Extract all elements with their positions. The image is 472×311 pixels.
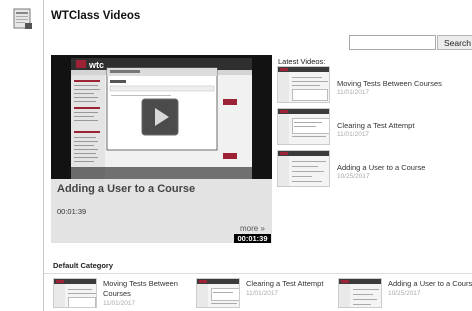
category-heading: Default Category — [53, 261, 114, 270]
category-video-date: 11/01/2017 — [103, 300, 136, 307]
category-video-item[interactable]: Clearing a Test Attempt 11/01/2017 — [196, 276, 338, 311]
latest-video-title[interactable]: Moving Tests Between Courses — [337, 79, 442, 88]
more-link[interactable]: more » — [240, 224, 265, 233]
video-thumbnail[interactable] — [196, 278, 240, 308]
video-preview-image: wtc — [51, 55, 272, 179]
latest-video-title[interactable]: Adding a User to a Course — [337, 163, 425, 172]
category-divider — [44, 273, 472, 274]
category-video-date: 11/01/2017 — [246, 290, 279, 297]
video-thumbnail[interactable] — [277, 66, 330, 103]
search-input[interactable] — [349, 35, 436, 50]
featured-video-title[interactable]: Adding a User to a Course — [57, 183, 195, 195]
preview-logo-text: wtc — [88, 60, 104, 70]
page-title: WTClass Videos — [51, 10, 141, 22]
featured-video-time: 00:01:39 — [57, 207, 87, 216]
latest-video-date: 11/01/2017 — [337, 89, 370, 96]
latest-video-item[interactable]: Adding a User to a Course 10/25/2017 — [277, 150, 472, 190]
latest-video-item[interactable]: Clearing a Test Attempt 11/01/2017 — [277, 108, 472, 148]
latest-video-title[interactable]: Clearing a Test Attempt — [337, 121, 414, 130]
video-thumbnail[interactable] — [338, 278, 382, 308]
category-video-title[interactable]: Adding a User to a Course — [388, 279, 472, 289]
category-video-date: 10/25/2017 — [388, 290, 421, 297]
latest-video-item[interactable]: Moving Tests Between Courses 11/01/2017 — [277, 66, 472, 106]
video-thumbnail[interactable] — [53, 278, 97, 308]
video-player[interactable]: wtc — [51, 55, 272, 179]
category-video-item[interactable]: Moving Tests Between Courses 11/01/2017 — [53, 276, 195, 311]
latest-video-date: 11/01/2017 — [337, 131, 370, 138]
category-video-item[interactable]: Adding a User to a Course 10/25/2017 — [338, 276, 472, 311]
latest-video-date: 10/25/2017 — [337, 173, 370, 180]
left-sidebar — [0, 0, 44, 311]
duration-badge: 00:01:39 — [234, 234, 271, 243]
category-video-title[interactable]: Moving Tests Between Courses — [103, 279, 195, 298]
video-thumbnail[interactable] — [277, 108, 330, 145]
category-video-title[interactable]: Clearing a Test Attempt — [246, 279, 338, 289]
latest-videos-heading: Latest Videos: — [278, 57, 326, 66]
search-button[interactable]: Search — [437, 35, 472, 50]
video-page-icon — [13, 8, 32, 29]
video-thumbnail[interactable] — [277, 150, 330, 187]
featured-video-panel: wtc Adding a User to a Course 00:01:39 m… — [51, 55, 272, 243]
